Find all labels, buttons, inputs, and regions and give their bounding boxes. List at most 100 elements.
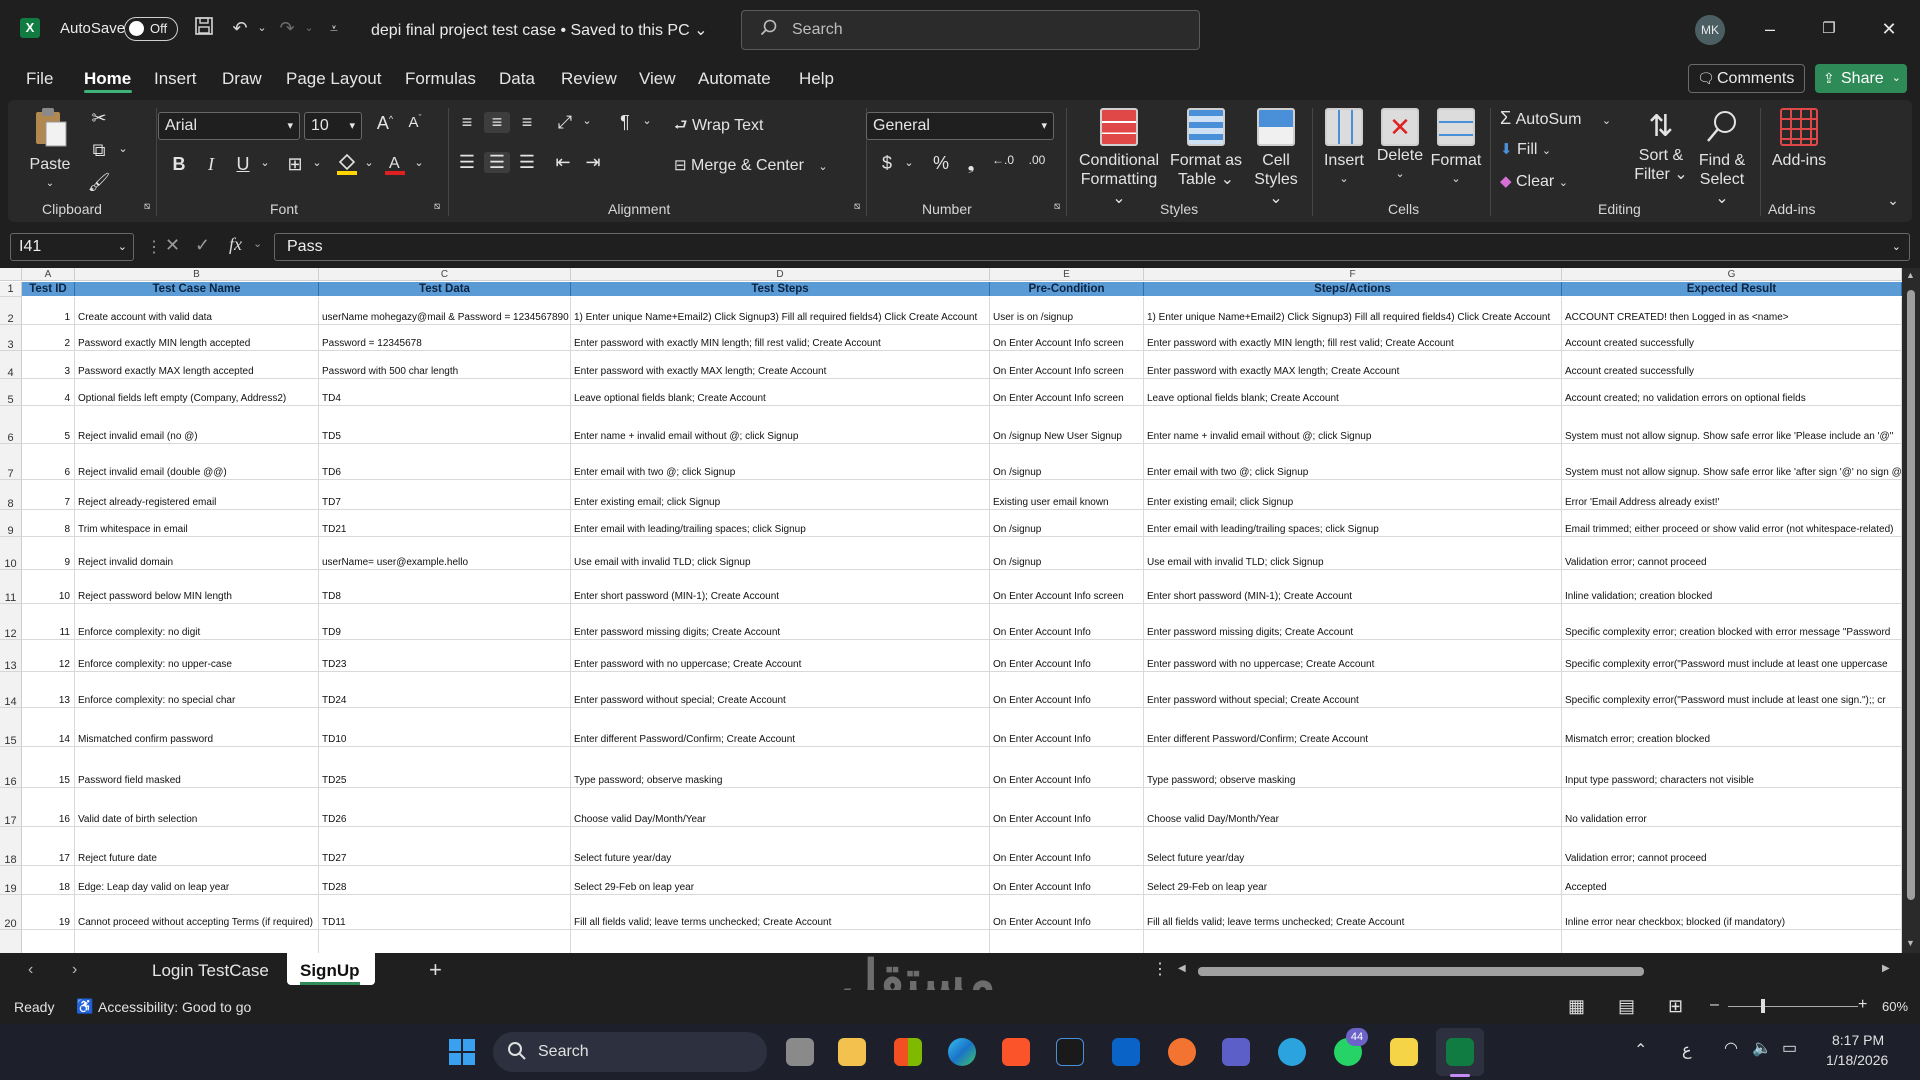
row-header[interactable]: 10 <box>0 537 22 570</box>
table-cell[interactable]: Leave optional fields blank; Create Acco… <box>1144 379 1562 406</box>
table-cell[interactable]: On Enter Account Info screen <box>990 570 1144 604</box>
zoom-out-icon[interactable]: – <box>1710 996 1719 1014</box>
table-cell[interactable]: Existing user email known <box>990 480 1144 510</box>
windows-start-icon[interactable] <box>448 1038 476 1066</box>
table-cell[interactable]: Reject invalid domain <box>75 537 319 570</box>
tab-review[interactable]: Review <box>561 69 617 89</box>
search-input[interactable]: Search <box>741 10 1200 50</box>
table-header-cell[interactable]: Steps/Actions <box>1144 282 1562 296</box>
teams-icon[interactable] <box>1222 1038 1250 1066</box>
table-cell[interactable]: Newsletter opt-in persists <box>75 930 319 953</box>
tab-data[interactable]: Data <box>499 69 535 89</box>
restore-icon[interactable]: ❐ <box>1814 14 1844 44</box>
row-header[interactable]: 3 <box>0 325 22 351</box>
table-cell[interactable]: Enter different Password/Confirm; Create… <box>571 708 990 747</box>
zoom-slider[interactable] <box>1728 1006 1858 1007</box>
table-cell[interactable]: Validation error; cannot proceed <box>1562 827 1902 866</box>
align-middle-icon[interactable]: ≡ <box>484 112 510 133</box>
table-cell[interactable]: Enter password without special; Create A… <box>1144 672 1562 708</box>
table-cell[interactable]: On /signup New User Signup <box>990 406 1144 444</box>
number-format-select[interactable]: General ▾ <box>866 112 1054 140</box>
table-cell[interactable]: Specific complexity error("Password must… <box>1562 672 1902 708</box>
tab-view[interactable]: View <box>639 69 676 89</box>
tab-insert[interactable]: Insert <box>154 69 197 89</box>
table-cell[interactable]: TD11 <box>319 895 571 930</box>
underline-dropdown-icon[interactable]: ⌄ <box>252 156 278 169</box>
table-cell[interactable]: Checked newsletter during signup <box>990 930 1144 953</box>
scroll-down-icon[interactable]: ▼ <box>1906 938 1915 948</box>
table-header-cell[interactable]: Test Data <box>319 282 571 296</box>
fill-button[interactable]: ⬇ Fill ⌄ <box>1500 140 1551 159</box>
table-cell[interactable]: Select 29-Feb on leap year <box>571 866 990 895</box>
table-cell[interactable]: Type password; observe masking <box>571 747 990 788</box>
table-cell[interactable]: 15 <box>22 747 75 788</box>
table-cell[interactable]: TD10 <box>319 708 571 747</box>
table-cell[interactable]: Reject already-registered email <box>75 480 319 510</box>
table-cell[interactable]: Type password; observe masking <box>1144 747 1562 788</box>
currency-dropdown-icon[interactable]: ⌄ <box>896 156 922 169</box>
accessibility-status[interactable]: Accessibility: Good to go <box>98 999 251 1015</box>
table-cell[interactable]: TD8 <box>319 570 571 604</box>
expand-formula-icon[interactable]: ⌄ <box>1892 234 1901 260</box>
table-cell[interactable]: On Enter Account Info screen <box>990 351 1144 379</box>
tab-draw[interactable]: Draw <box>222 69 262 89</box>
table-cell[interactable]: Mismatched confirm password <box>75 708 319 747</box>
increase-decimal-icon[interactable]: ←.0 <box>990 153 1016 167</box>
merge-center-button[interactable]: ⊟ Merge & Center ⌄ <box>674 156 828 175</box>
share-dropdown-icon[interactable]: ⌄ <box>1892 64 1901 93</box>
row-header[interactable]: 11 <box>0 570 22 604</box>
row-header[interactable]: 12 <box>0 604 22 640</box>
tab-home[interactable]: Home <box>84 69 131 89</box>
row-header[interactable]: 19 <box>0 866 22 895</box>
increase-indent-icon[interactable]: ⇥ <box>580 152 606 173</box>
table-cell[interactable]: Select 29-Feb on leap year <box>1144 866 1562 895</box>
page-break-view-icon[interactable]: ⊞ <box>1668 996 1683 1017</box>
table-cell[interactable]: Enter email with two @; click Signup <box>1144 444 1562 480</box>
align-bottom-icon[interactable]: ≡ <box>514 112 540 133</box>
spreadsheet-grid[interactable]: ABCDEFG 1 Test ID Test Case Name Test Data T… <box>0 268 1920 953</box>
paste-dropdown-icon[interactable]: ⌄ <box>26 174 74 193</box>
row-header[interactable]: 6 <box>0 406 22 444</box>
collapse-ribbon-icon[interactable]: ⌄ <box>1880 192 1906 209</box>
horizontal-scroll-thumb[interactable] <box>1198 967 1644 976</box>
table-cell[interactable]: System must not allow signup. Show safe … <box>1562 444 1902 480</box>
scroll-left-icon[interactable]: ◀ <box>1178 963 1186 974</box>
table-cell[interactable]: TD5 <box>319 406 571 444</box>
align-right-icon[interactable]: ☰ <box>514 152 540 173</box>
table-cell[interactable]: Check newsletter; Create Account; view p… <box>1144 930 1562 953</box>
bold-icon[interactable]: B <box>166 154 192 175</box>
table-cell[interactable]: 11 <box>22 604 75 640</box>
table-cell[interactable]: Enter short password (MIN-1); Create Acc… <box>1144 570 1562 604</box>
format-dropdown-icon[interactable]: ⌄ <box>1428 170 1484 189</box>
table-cell[interactable]: Enter password with exactly MAX length; … <box>571 351 990 379</box>
horizontal-scrollbar[interactable]: ◀ ▶ <box>1178 960 1896 982</box>
table-cell[interactable]: Fill all fields valid; leave terms unche… <box>1144 895 1562 930</box>
table-cell[interactable]: Enforce complexity: no upper-case <box>75 640 319 672</box>
copy-dropdown-icon[interactable]: ⌄ <box>110 142 136 155</box>
table-cell[interactable]: Enter password missing digits; Create Ac… <box>571 604 990 640</box>
sort-filter-button[interactable]: ⇅ Sort & Filter ⌄ <box>1632 108 1690 184</box>
table-cell[interactable]: Inline error near checkbox; blocked (if … <box>1562 895 1902 930</box>
table-header-cell[interactable]: Test Case Name <box>75 282 319 296</box>
text-direction-dropdown-icon[interactable]: ⌄ <box>634 114 660 127</box>
sheet-tab-login-testcase[interactable]: Login TestCase <box>152 961 269 981</box>
table-cell[interactable]: Specific complexity error("Password must… <box>1562 640 1902 672</box>
undo-icon[interactable]: ↶ <box>228 16 252 40</box>
row-header[interactable]: 21 <box>0 930 22 953</box>
table-cell[interactable]: On Enter Account Info <box>990 604 1144 640</box>
find-select-button[interactable]: Find & Select ⌄ <box>1692 108 1752 208</box>
name-box[interactable]: I41 ⌄ <box>10 233 134 261</box>
table-cell[interactable]: Enter password with exactly MIN length; … <box>1144 325 1562 351</box>
table-header-cell[interactable]: Expected Result <box>1562 282 1902 296</box>
table-cell[interactable]: Newsletter subscription saved <box>1562 930 1902 953</box>
table-cell[interactable]: Use email with invalid TLD; click Signup <box>1144 537 1562 570</box>
table-cell[interactable]: TD9 <box>319 604 571 640</box>
table-cell[interactable]: TD7 <box>319 480 571 510</box>
table-cell[interactable]: Enter password with no uppercase; Create… <box>1144 640 1562 672</box>
table-cell[interactable]: Accepted <box>1562 866 1902 895</box>
table-cell[interactable]: TD4 <box>319 379 571 406</box>
table-cell[interactable]: Choose valid Day/Month/Year <box>571 788 990 827</box>
insert-function-icon[interactable]: fx <box>229 234 242 255</box>
table-header-cell[interactable]: Test ID <box>22 282 75 296</box>
merge-dropdown-icon[interactable]: ⌄ <box>818 161 827 173</box>
